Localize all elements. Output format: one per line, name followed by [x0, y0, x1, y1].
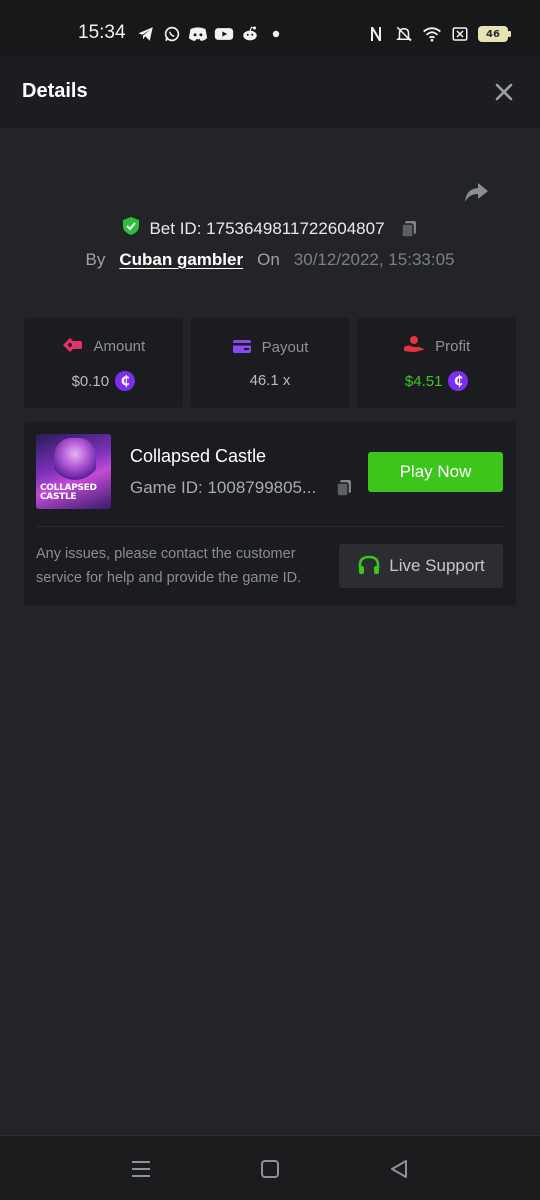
stat-label: Profit [435, 337, 471, 355]
game-id: Game ID: 1008799805... [130, 478, 317, 497]
reddit-icon [240, 24, 260, 44]
divider [36, 526, 504, 527]
share-button[interactable] [462, 178, 490, 206]
live-support-button[interactable]: Live Support [339, 544, 503, 588]
stat-amount: Amount $0.10 ₵ [24, 318, 183, 408]
copy-bet-id-button[interactable] [399, 219, 419, 239]
game-name: Collapsed Castle [130, 446, 267, 466]
home-icon [261, 1160, 279, 1178]
share-icon [465, 183, 488, 202]
dot-icon [266, 24, 286, 44]
user-link[interactable]: Cuban gambler [119, 250, 243, 270]
status-bar: 15:34 46 [0, 0, 540, 56]
mute-icon [394, 24, 414, 44]
coin-icon: ₵ [448, 371, 469, 391]
copy-icon [400, 220, 416, 238]
bet-date: 30/12/2022, 15:33:05 [293, 250, 455, 269]
bet-id: Bet ID: 1753649811722604807 [149, 218, 385, 238]
sim-off-icon [450, 24, 470, 44]
game-art [54, 438, 96, 484]
back-button[interactable] [388, 1158, 410, 1180]
stat-label: Payout [261, 339, 309, 356]
copy-game-id-button[interactable] [334, 478, 354, 498]
stat-value: $4.51 [404, 372, 443, 390]
game-thumbnail[interactable]: COLLAPSED CASTLE [36, 434, 111, 509]
status-time: 15:34 [78, 22, 126, 43]
wallet-icon [232, 338, 252, 358]
bet-id-row: Bet ID: 1753649811722604807 [0, 216, 540, 241]
wifi-icon [422, 24, 442, 44]
home-button[interactable] [259, 1158, 281, 1180]
copy-icon [336, 480, 351, 497]
menu-icon [132, 1161, 150, 1177]
shield-check-icon [121, 216, 141, 241]
on-label: On [257, 250, 280, 269]
bet-meta-row: By Cuban gambler On 30/12/2022, 15:33:05 [0, 250, 540, 270]
bet-stats: Amount $0.10 ₵ Payout 46.1 x Profit $4.5… [24, 318, 517, 408]
by-label: By [85, 250, 106, 269]
details-header: Details [0, 56, 540, 128]
play-now-button[interactable]: Play Now [368, 452, 503, 492]
discord-icon [188, 24, 208, 44]
stat-profit: Profit $4.51 ₵ [357, 318, 517, 408]
live-support-label: Live Support [389, 556, 485, 575]
close-button[interactable] [494, 82, 514, 102]
telegram-icon [136, 24, 156, 44]
stat-value: $0.10 [71, 372, 110, 390]
support-note: Any issues, please contact the customer … [36, 546, 302, 586]
stat-label: Amount [93, 337, 146, 355]
close-icon [495, 83, 513, 101]
battery-level: 46 [486, 28, 500, 40]
system-nav-bar [0, 1135, 540, 1200]
whatsapp-icon [162, 24, 182, 44]
profit-icon [403, 335, 425, 357]
youtube-icon [214, 24, 234, 44]
back-icon [391, 1160, 407, 1178]
menu-button[interactable] [130, 1158, 152, 1180]
game-thumbnail-title: COLLAPSED CASTLE [40, 483, 97, 502]
amount-icon [61, 335, 83, 357]
nfc-icon [366, 24, 386, 44]
headset-icon [357, 554, 381, 578]
stat-value: 46.1 x [249, 371, 291, 389]
game-card: COLLAPSED CASTLE Collapsed Castle Game I… [24, 422, 516, 606]
page-title: Details [22, 80, 88, 102]
stat-payout: Payout 46.1 x [190, 318, 350, 408]
coin-icon: ₵ [115, 371, 136, 391]
battery-icon: 46 [478, 26, 511, 42]
